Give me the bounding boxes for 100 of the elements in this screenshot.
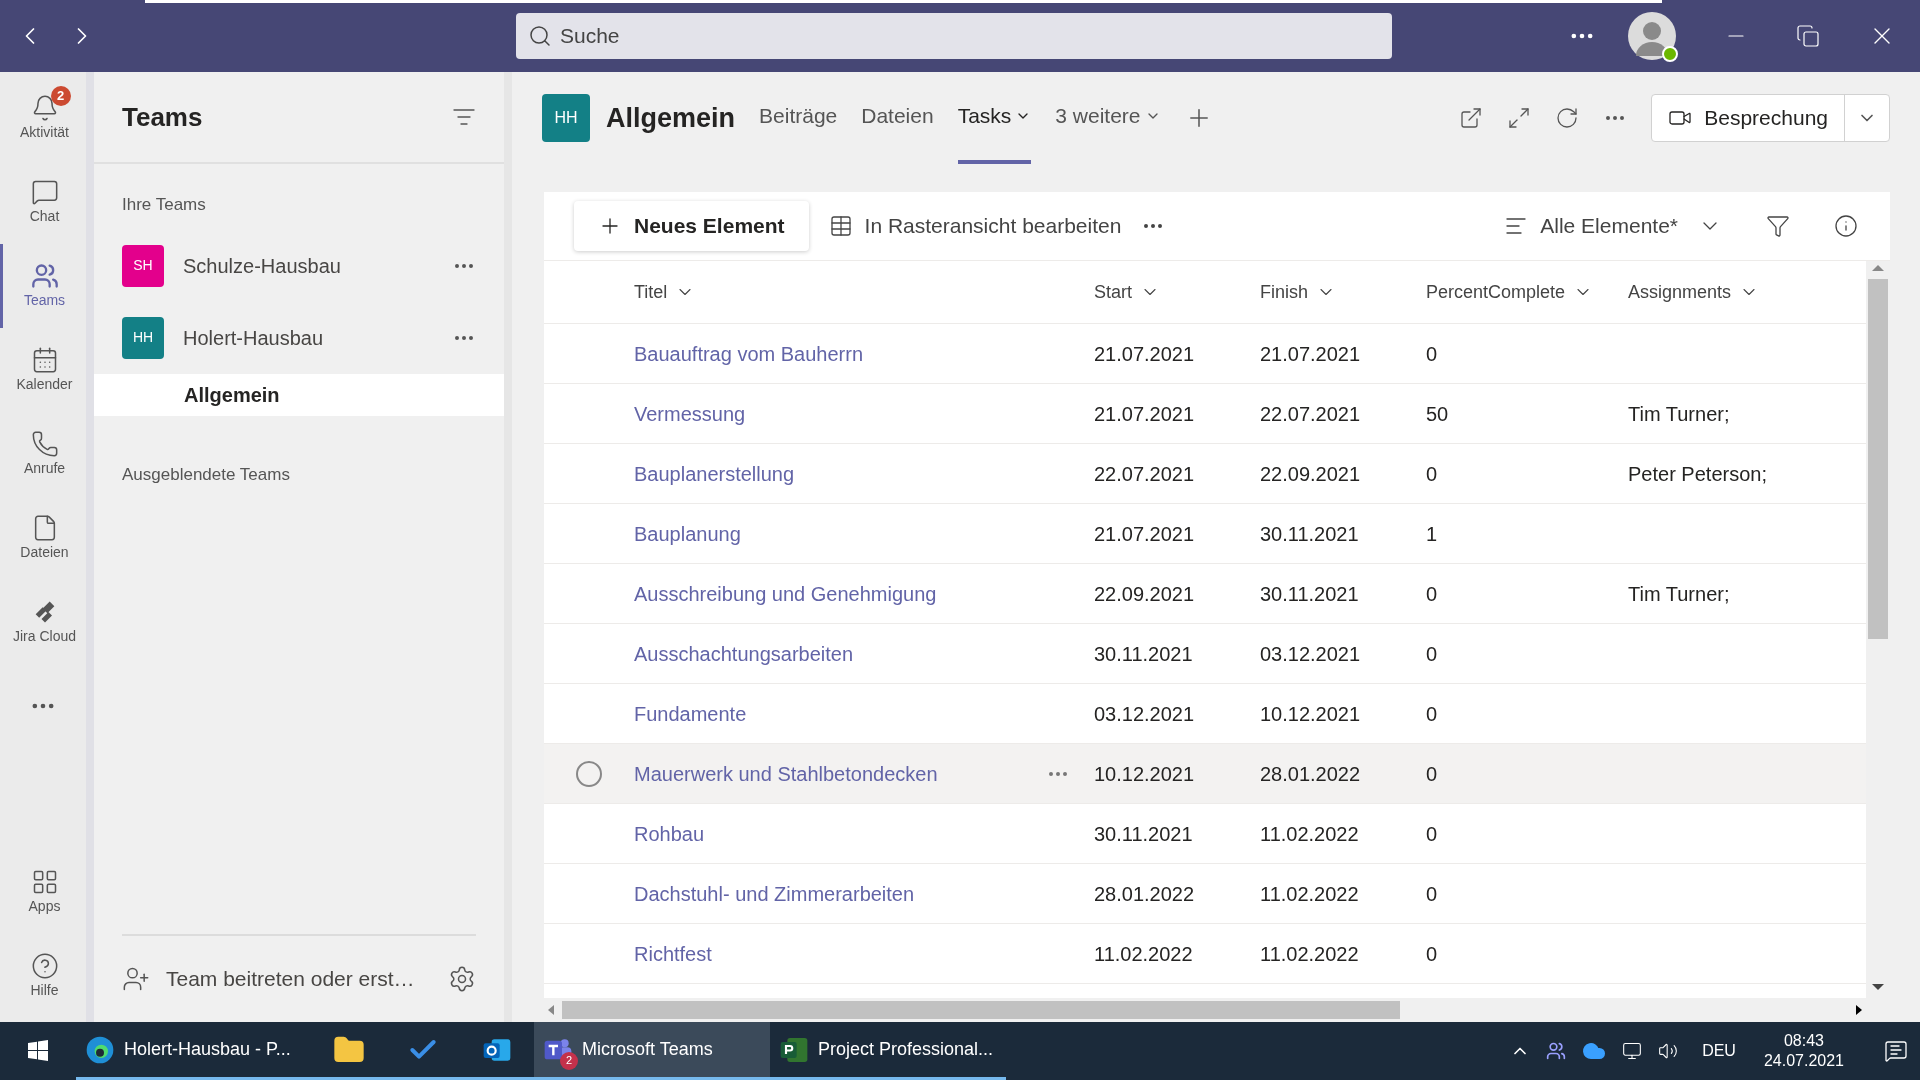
table-cell-text: 21.07.2021	[1260, 341, 1361, 367]
join-team-link[interactable]: Team beitreten oder erst…	[166, 963, 415, 995]
notification-badge: 2	[50, 85, 71, 106]
item-title-link[interactable]: Ausschachtungsarbeiten	[634, 638, 854, 669]
table-cell-text: 22.07.2021	[1260, 401, 1361, 427]
item-title-link[interactable]: Mauerwerk und Stahlbetondecken	[634, 758, 938, 789]
rail-item[interactable]: Anrufe	[0, 412, 86, 496]
clock[interactable]: 08:43 24.07.2021	[1763, 1031, 1844, 1071]
column-header[interactable]: Finish	[1260, 278, 1336, 306]
table-row[interactable]: Mauerwerk und Stahlbetondecken 10.12.2021 28.01.2022 0	[544, 744, 1866, 804]
team-item[interactable]: SH Schulze-Hausbau	[94, 229, 504, 302]
table-cell-text: 0	[1426, 701, 1438, 727]
scroll-left-icon[interactable]	[548, 1005, 554, 1015]
table-cell-text: 11.02.2022	[1094, 941, 1193, 967]
table-cell-text: 30.11.2021	[1094, 641, 1193, 667]
rail-item[interactable]: Kalender	[0, 328, 86, 412]
refresh-icon[interactable]	[1555, 106, 1580, 130]
table-cell-text: Tim Turner;	[1628, 581, 1730, 607]
view-selector[interactable]: Alle Elemente*	[1504, 210, 1722, 242]
table-cell-text: 1	[1426, 521, 1438, 547]
item-title-link[interactable]: Dachstuhl- und Zimmerarbeiten	[634, 878, 915, 909]
table-cell-text: 11.02.2022	[1260, 881, 1359, 907]
filter-icon[interactable]	[1766, 214, 1790, 238]
people-icon[interactable]	[1546, 1041, 1567, 1061]
column-header[interactable]: Start	[1094, 278, 1160, 306]
rail-item[interactable]: Dateien	[0, 496, 86, 580]
table-cell-text: 03.12.2021	[1260, 641, 1361, 667]
taskbar-button[interactable]: 2 Microsoft Teams	[534, 1022, 770, 1080]
notifications-icon[interactable]	[1884, 1039, 1908, 1063]
taskbar-button[interactable]: Holert-Hausbau - P...	[76, 1022, 312, 1080]
section-heading: Ausgeblendete Teams	[121, 463, 291, 486]
rail-item[interactable]: Jira Cloud	[0, 580, 86, 664]
avatar[interactable]	[1628, 12, 1676, 60]
clock-date: 24.07.2021	[1763, 1051, 1844, 1071]
popout-icon[interactable]	[1459, 106, 1484, 130]
table-cell-text: 11.02.2022	[1260, 821, 1359, 847]
restore-icon[interactable]	[1796, 24, 1820, 48]
table-cell-text: 03.12.2021	[1094, 701, 1195, 727]
team-avatar: HH	[122, 316, 164, 359]
item-title-link[interactable]: Ausschreibung und Genehmigung	[634, 578, 937, 609]
table-cell-text: 21.07.2021	[1094, 521, 1195, 547]
rail-item[interactable]: Hilfe	[0, 934, 86, 1018]
column-header[interactable]: PercentComplete	[1426, 278, 1594, 306]
table-cell-text: 10.12.2021	[1260, 701, 1361, 727]
network-icon[interactable]	[1622, 1041, 1643, 1061]
channel-tab[interactable]: Beiträge	[759, 72, 838, 164]
table-cell-text: 28.01.2022	[1260, 761, 1361, 787]
scrollbar-thumb[interactable]	[562, 1001, 1400, 1019]
panel-title: Teams	[122, 100, 203, 134]
grid-edit-button[interactable]: In Rasteransicht bearbeiten	[828, 210, 1122, 242]
scroll-up-icon[interactable]	[1872, 265, 1884, 271]
channel-tab[interactable]: 3 weitere	[1055, 72, 1161, 164]
table-cell-text: 22.07.2021	[1094, 461, 1195, 487]
column-header[interactable]: Titel	[634, 278, 696, 306]
windows-logo-icon[interactable]	[26, 1039, 50, 1063]
table-cell-text: 30.11.2021	[1260, 521, 1359, 547]
settings-icon[interactable]	[448, 965, 476, 993]
item-title-link[interactable]: Richtfest	[634, 938, 712, 969]
new-item-button[interactable]: Neues Element	[574, 201, 809, 251]
item-title-link[interactable]: Vermessung	[634, 398, 746, 429]
item-title-link[interactable]: Fundamente	[634, 698, 747, 729]
search-field[interactable]: Suche	[516, 13, 1392, 59]
table-cell-text: 0	[1426, 881, 1438, 907]
item-title-link[interactable]: Bauplanung	[634, 518, 741, 549]
table-cell-text: 0	[1426, 461, 1438, 487]
rail-item[interactable]: Chat	[0, 160, 86, 244]
rail-item[interactable]: 2 Aktivität	[0, 76, 86, 160]
team-name: Holert-Hausbau	[183, 325, 324, 351]
phone-icon	[30, 429, 59, 458]
channel-tab[interactable]: Tasks	[957, 72, 1032, 164]
expand-icon[interactable]	[1507, 106, 1532, 130]
team-item[interactable]: HH Holert-Hausbau	[94, 301, 504, 374]
table-cell-text: 0	[1426, 821, 1438, 847]
item-title-link[interactable]: Bauplanerstellung	[634, 458, 795, 489]
grid-icon	[828, 214, 853, 238]
table-cell-text: 28.01.2022	[1094, 881, 1195, 907]
channel-tab[interactable]: Dateien	[861, 72, 934, 164]
item-title-link[interactable]: Rohbau	[634, 818, 705, 849]
channel-title: Allgemein	[606, 101, 736, 135]
scroll-down-icon[interactable]	[1872, 984, 1884, 990]
table-cell-text: 0	[1426, 641, 1438, 667]
item-title-link[interactable]: Bauauftrag vom Bauherrn	[634, 338, 864, 369]
scrollbar-thumb[interactable]	[1868, 279, 1888, 639]
language-indicator[interactable]: DEU	[1702, 1039, 1736, 1063]
add-user-icon	[122, 965, 150, 993]
table-cell-text: 0	[1426, 941, 1438, 967]
volume-icon[interactable]	[1658, 1041, 1679, 1061]
table-cell-text: Tim Turner;	[1628, 401, 1730, 427]
rail-item[interactable]: Apps	[0, 850, 86, 934]
section-heading: Ihre Teams	[121, 194, 207, 216]
rail-item[interactable]: Teams	[0, 244, 86, 328]
table-cell-text: Peter Peterson;	[1628, 461, 1767, 487]
table-cell-text: 21.07.2021	[1094, 401, 1195, 427]
taskbar-button[interactable]: Project Professional...	[770, 1022, 1006, 1080]
team-name: Schulze-Hausbau	[183, 253, 341, 279]
column-header[interactable]: Assignments	[1628, 278, 1760, 306]
channel-item[interactable]: Allgemein	[94, 373, 504, 416]
search-icon	[528, 24, 552, 48]
info-icon[interactable]	[1834, 214, 1858, 238]
table-cell-text: 22.09.2021	[1260, 461, 1361, 487]
